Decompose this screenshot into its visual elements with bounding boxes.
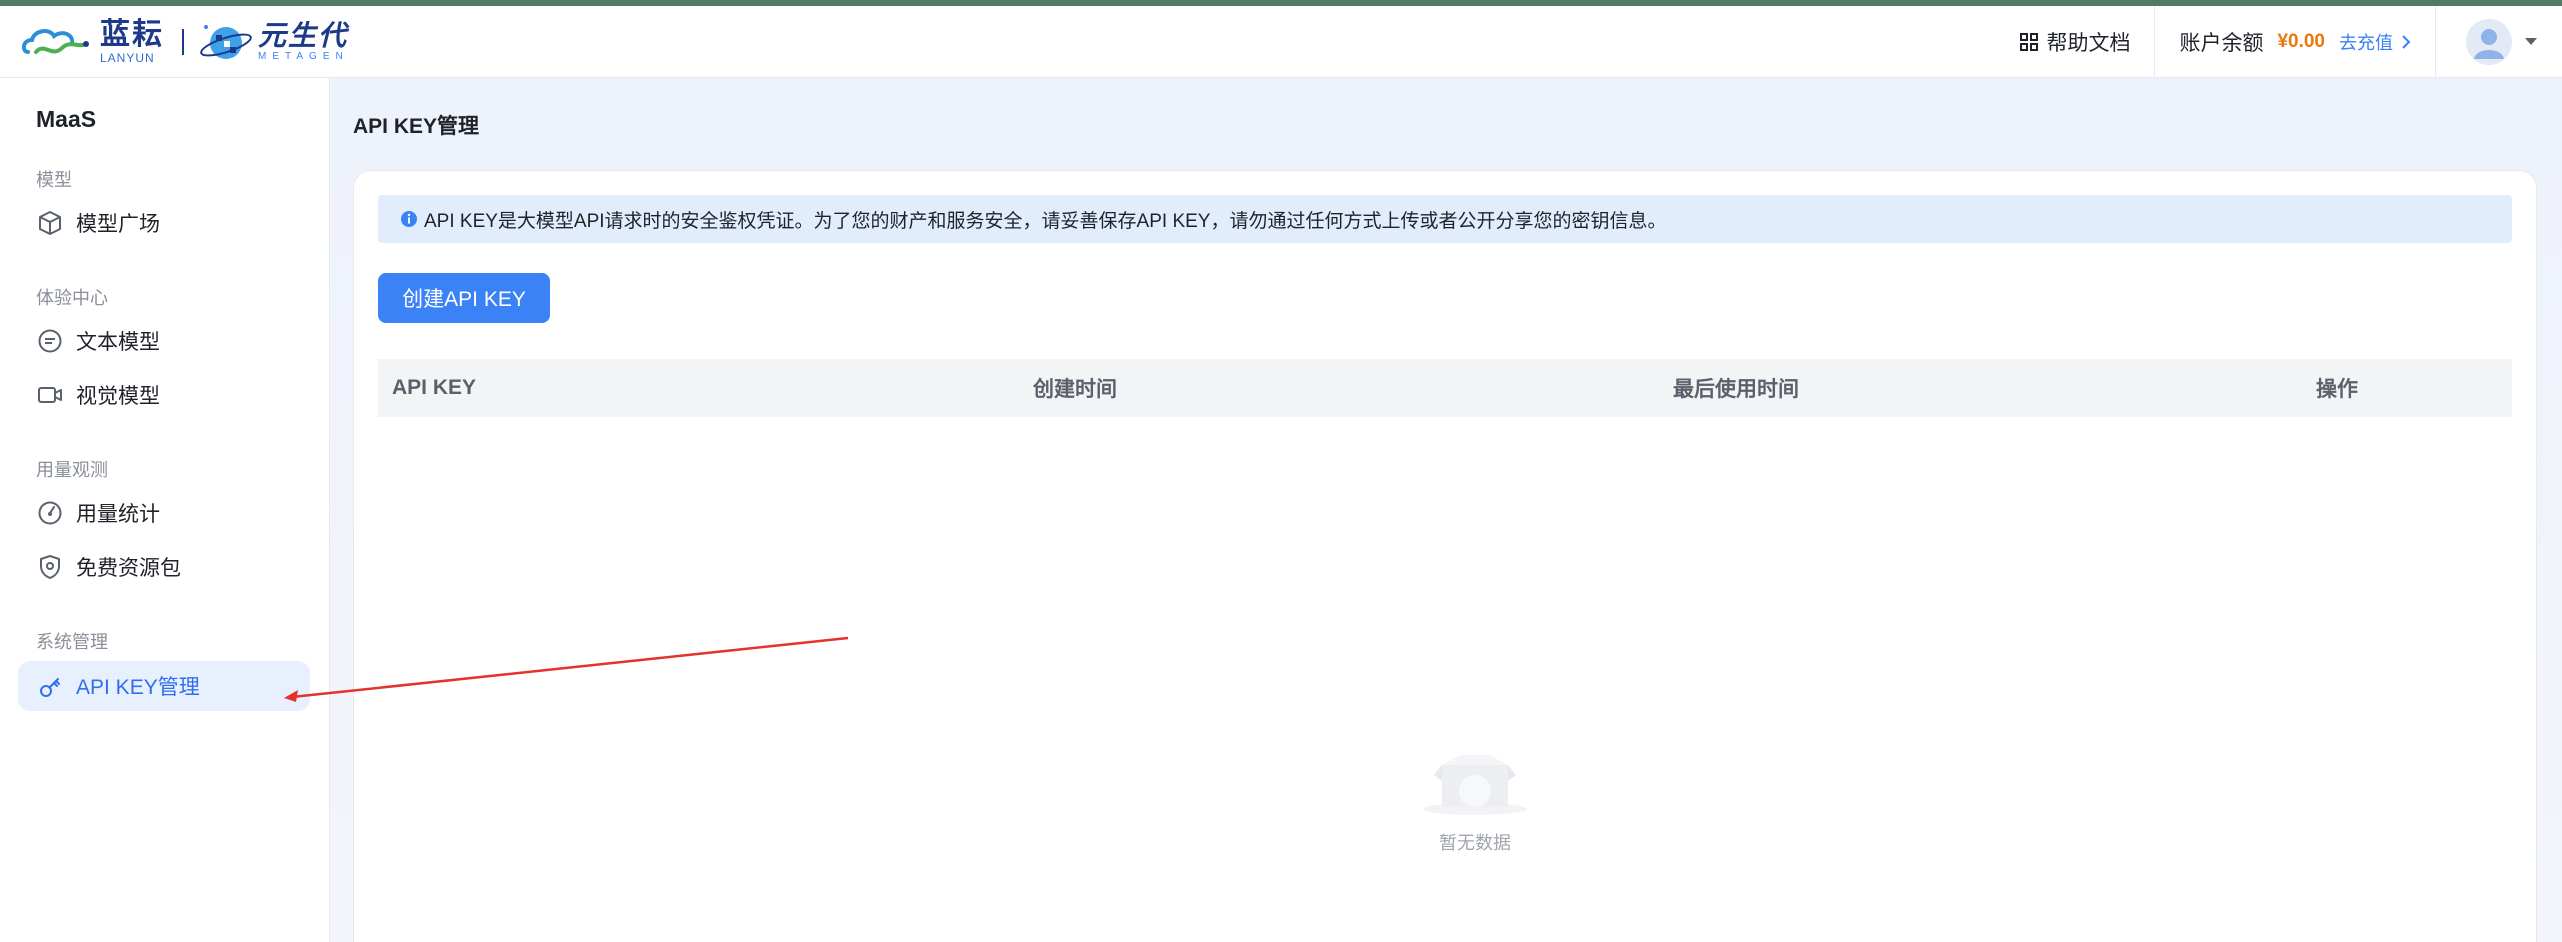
sidebar-item-text-model[interactable]: 文本模型	[18, 316, 310, 366]
partner-name-en: METAGEN	[258, 50, 349, 62]
sidebar-section-experience: 体验中心	[36, 288, 108, 308]
recharge-link[interactable]: 去充值	[2339, 29, 2411, 55]
column-header-api-key: API KEY	[392, 376, 477, 399]
sidebar-item-vision-model[interactable]: 视觉模型	[18, 370, 310, 420]
security-notice: API KEY是大模型API请求时的安全鉴权凭证。为了您的财产和服务安全，请妥善…	[378, 195, 2512, 243]
caret-down-icon[interactable]	[2524, 37, 2538, 47]
user-avatar-icon	[2466, 18, 2512, 65]
sidebar-item-label: 模型广场	[76, 213, 160, 236]
sidebar-item-label: API KEY管理	[76, 676, 200, 699]
sidebar-item-model-square[interactable]: 模型广场	[18, 198, 310, 248]
page-title: API KEY管理	[353, 115, 480, 138]
brand-name: 蓝耘	[100, 17, 164, 51]
chevron-right-icon	[2402, 34, 2411, 49]
sidebar-section-usage: 用量观测	[36, 460, 108, 480]
api-key-card: API KEY是大模型API请求时的安全鉴权凭证。为了您的财产和服务安全，请妥善…	[353, 170, 2537, 942]
balance-value: ¥0.00	[2277, 30, 2325, 52]
main-content: API KEY管理 API KEY是大模型API请求时的安全鉴权凭证。为了您的财…	[331, 78, 2562, 942]
sidebar: MaaS 模型 模型广场 体验中心 文本模型 视觉模型 用量观测 用量统计 免费…	[0, 78, 330, 942]
sidebar-item-label: 免费资源包	[76, 557, 181, 580]
help-docs-label: 帮助文档	[2046, 31, 2131, 55]
brand-name-en: LANYUN	[100, 50, 155, 65]
top-header: 蓝耘 LANYUN 元生代 METAGEN 帮助文档 账户余额 ¥0.00 去充…	[0, 5, 2562, 78]
logo[interactable]: 蓝耘 LANYUN 元生代 METAGEN	[22, 6, 349, 78]
sidebar-item-label: 视觉模型	[76, 385, 160, 408]
column-header-actions: 操作	[2316, 378, 2358, 401]
logo-divider	[182, 28, 184, 55]
sidebar-item-label: 文本模型	[76, 331, 160, 354]
balance-label: 账户余额	[2179, 31, 2264, 55]
sidebar-item-usage-stats[interactable]: 用量统计	[18, 488, 310, 538]
shield-icon	[36, 553, 64, 581]
table-header: API KEY 创建时间 最后使用时间 操作	[378, 359, 2512, 417]
user-menu[interactable]	[2436, 6, 2562, 78]
cube-icon	[36, 209, 64, 237]
metagen-planet-icon	[200, 24, 252, 59]
sidebar-item-label: 用量统计	[76, 503, 160, 526]
info-icon	[400, 210, 418, 228]
empty-text: 暂无数据	[1439, 833, 1511, 853]
lanyun-logo: 蓝耘 LANYUN	[22, 17, 164, 65]
partner-name: 元生代	[258, 19, 349, 51]
security-notice-text: API KEY是大模型API请求时的安全鉴权凭证。为了您的财产和服务安全，请妥善…	[424, 210, 1667, 232]
metagen-logo: 元生代 METAGEN	[200, 17, 349, 67]
lanyun-logo-icon	[22, 28, 89, 54]
sidebar-section-model: 模型	[36, 170, 72, 190]
avatar[interactable]	[2466, 18, 2512, 65]
sidebar-section-system: 系统管理	[36, 632, 108, 652]
key-icon	[36, 672, 64, 700]
create-api-key-button[interactable]: 创建API KEY	[378, 273, 550, 323]
video-icon	[36, 381, 64, 409]
column-header-last-used-time: 最后使用时间	[1673, 378, 1799, 401]
sidebar-item-api-key[interactable]: API KEY管理	[18, 661, 310, 711]
chat-icon	[36, 327, 64, 355]
account-balance: 账户余额 ¥0.00 去充值	[2155, 6, 2435, 78]
empty-state: 暂无数据	[1395, 751, 1555, 855]
gauge-icon	[36, 499, 64, 527]
empty-box-icon	[1423, 755, 1527, 815]
grid-icon	[2020, 32, 2039, 51]
help-docs-link[interactable]: 帮助文档	[1996, 6, 2154, 78]
recharge-label: 去充值	[2339, 32, 2393, 53]
sidebar-item-free-package[interactable]: 免费资源包	[18, 542, 310, 592]
column-header-created-time: 创建时间	[1033, 378, 1117, 401]
sidebar-title: MaaS	[36, 106, 97, 132]
